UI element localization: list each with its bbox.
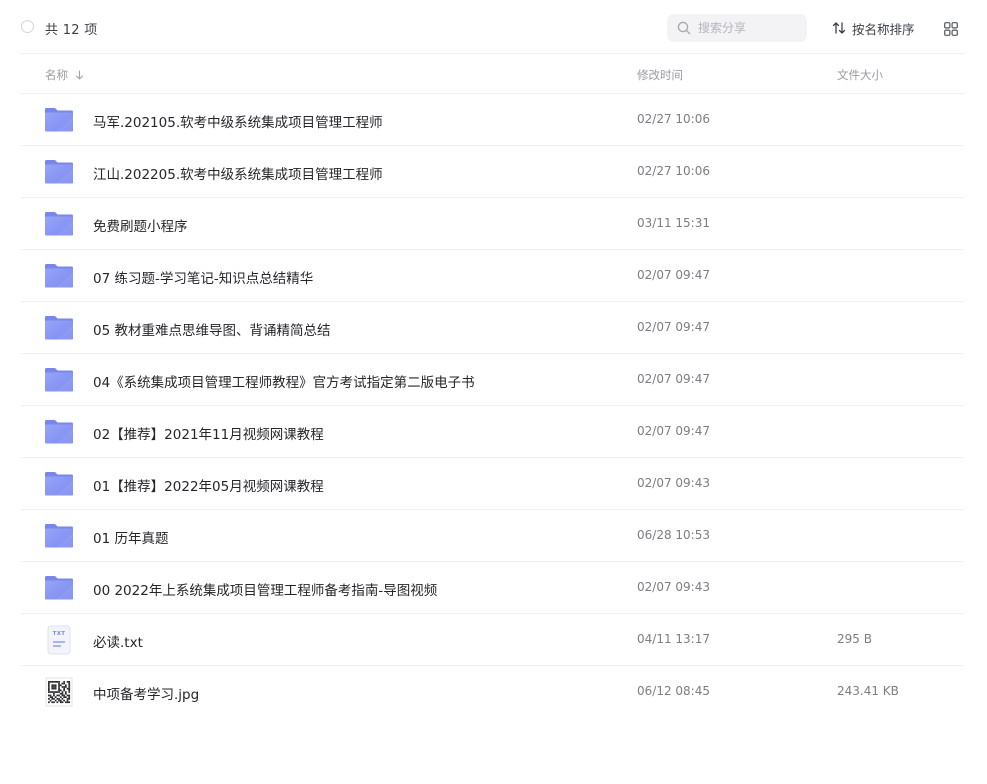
file-size: 243.41 KB [837,684,899,698]
column-size-header[interactable]: 文件大小 [837,67,883,83]
file-row[interactable]: TXT 必读.txt 04/11 13:17 295 B [0,614,987,666]
file-size: 295 B [837,632,872,646]
txt-file-icon: TXT [44,625,74,655]
folder-icon [44,261,74,291]
search-box[interactable] [667,14,807,42]
select-all-checkbox[interactable] [21,20,34,33]
search-input[interactable] [698,14,798,42]
sort-desc-arrow-icon [75,70,84,80]
file-modified-time: 02/27 10:06 [637,164,710,178]
qr-image-icon [44,677,74,707]
file-name[interactable]: 00 2022年上系统集成项目管理工程师备考指南-导图视频 [93,579,437,599]
file-modified-time: 02/07 09:47 [637,268,710,282]
column-name-label: 名称 [45,68,68,82]
file-name[interactable]: 01【推荐】2022年05月视频网课教程 [93,475,324,495]
file-modified-time: 03/11 15:31 [637,216,710,230]
file-modified-time: 02/07 09:43 [637,580,710,594]
file-row[interactable]: 02【推荐】2021年11月视频网课教程 02/07 09:47 [0,406,987,458]
file-modified-time: 02/07 09:47 [637,320,710,334]
file-row[interactable]: 01 历年真题 06/28 10:53 [0,510,987,562]
file-row[interactable]: 05 教材重难点思维导图、背诵精简总结 02/07 09:47 [0,302,987,354]
file-row[interactable]: 00 2022年上系统集成项目管理工程师备考指南-导图视频 02/07 09:43 [0,562,987,614]
txt-file-icon-label: TXT [52,631,66,637]
file-name[interactable]: 免费刷题小程序 [93,215,188,235]
file-name[interactable]: 07 练习题-学习笔记-知识点总结精华 [93,267,313,287]
folder-icon [44,573,74,603]
sort-label: 按名称排序 [852,21,915,37]
search-icon [677,21,691,35]
file-list: 马军.202105.软考中级系统集成项目管理工程师 02/27 10:06 江山.2… [0,94,987,718]
folder-icon [44,105,74,135]
file-row[interactable]: 04《系统集成项目管理工程师教程》官方考试指定第二版电子书 02/07 09:47 [0,354,987,406]
file-name[interactable]: 01 历年真题 [93,527,168,547]
file-modified-time: 02/27 10:06 [637,112,710,126]
folder-icon [44,365,74,395]
folder-icon [44,157,74,187]
file-row[interactable]: 01【推荐】2022年05月视频网课教程 02/07 09:43 [0,458,987,510]
folder-icon [44,417,74,447]
file-name[interactable]: 02【推荐】2021年11月视频网课教程 [93,423,324,443]
sort-button[interactable]: 按名称排序 [832,17,915,39]
file-modified-time: 02/07 09:47 [637,424,710,438]
grid-view-button[interactable] [944,21,958,36]
file-name[interactable]: 必读.txt [93,631,143,651]
toolbar: 共 12 项 按名称排序 [0,0,987,54]
file-row[interactable]: 07 练习题-学习笔记-知识点总结精华 02/07 09:47 [0,250,987,302]
file-modified-time: 06/28 10:53 [637,528,710,542]
folder-icon [44,209,74,239]
file-name[interactable]: 江山.202205.软考中级系统集成项目管理工程师 [93,163,383,183]
file-row[interactable]: 马军.202105.软考中级系统集成项目管理工程师 02/27 10:06 [0,94,987,146]
file-modified-time: 02/07 09:43 [637,476,710,490]
file-name[interactable]: 05 教材重难点思维导图、背诵精简总结 [93,319,330,339]
file-row[interactable]: 中项备考学习.jpg 06/12 08:45 243.41 KB [0,666,987,718]
column-modified-header[interactable]: 修改时间 [637,67,683,83]
folder-icon [44,469,74,499]
column-header: 名称 修改时间 文件大小 [0,54,987,94]
file-name[interactable]: 马军.202105.软考中级系统集成项目管理工程师 [93,111,383,131]
file-row[interactable]: 免费刷题小程序 03/11 15:31 [0,198,987,250]
file-name[interactable]: 04《系统集成项目管理工程师教程》官方考试指定第二版电子书 [93,371,475,391]
sort-icon [832,22,846,34]
folder-icon [44,521,74,551]
folder-icon [44,313,74,343]
file-row[interactable]: 江山.202205.软考中级系统集成项目管理工程师 02/27 10:06 [0,146,987,198]
grid-view-icon [944,22,958,36]
column-name-header[interactable]: 名称 [45,67,84,83]
file-modified-time: 04/11 13:17 [637,632,710,646]
file-modified-time: 02/07 09:47 [637,372,710,386]
file-modified-time: 06/12 08:45 [637,684,710,698]
file-name[interactable]: 中项备考学习.jpg [93,683,199,703]
item-count: 共 12 项 [45,23,98,38]
